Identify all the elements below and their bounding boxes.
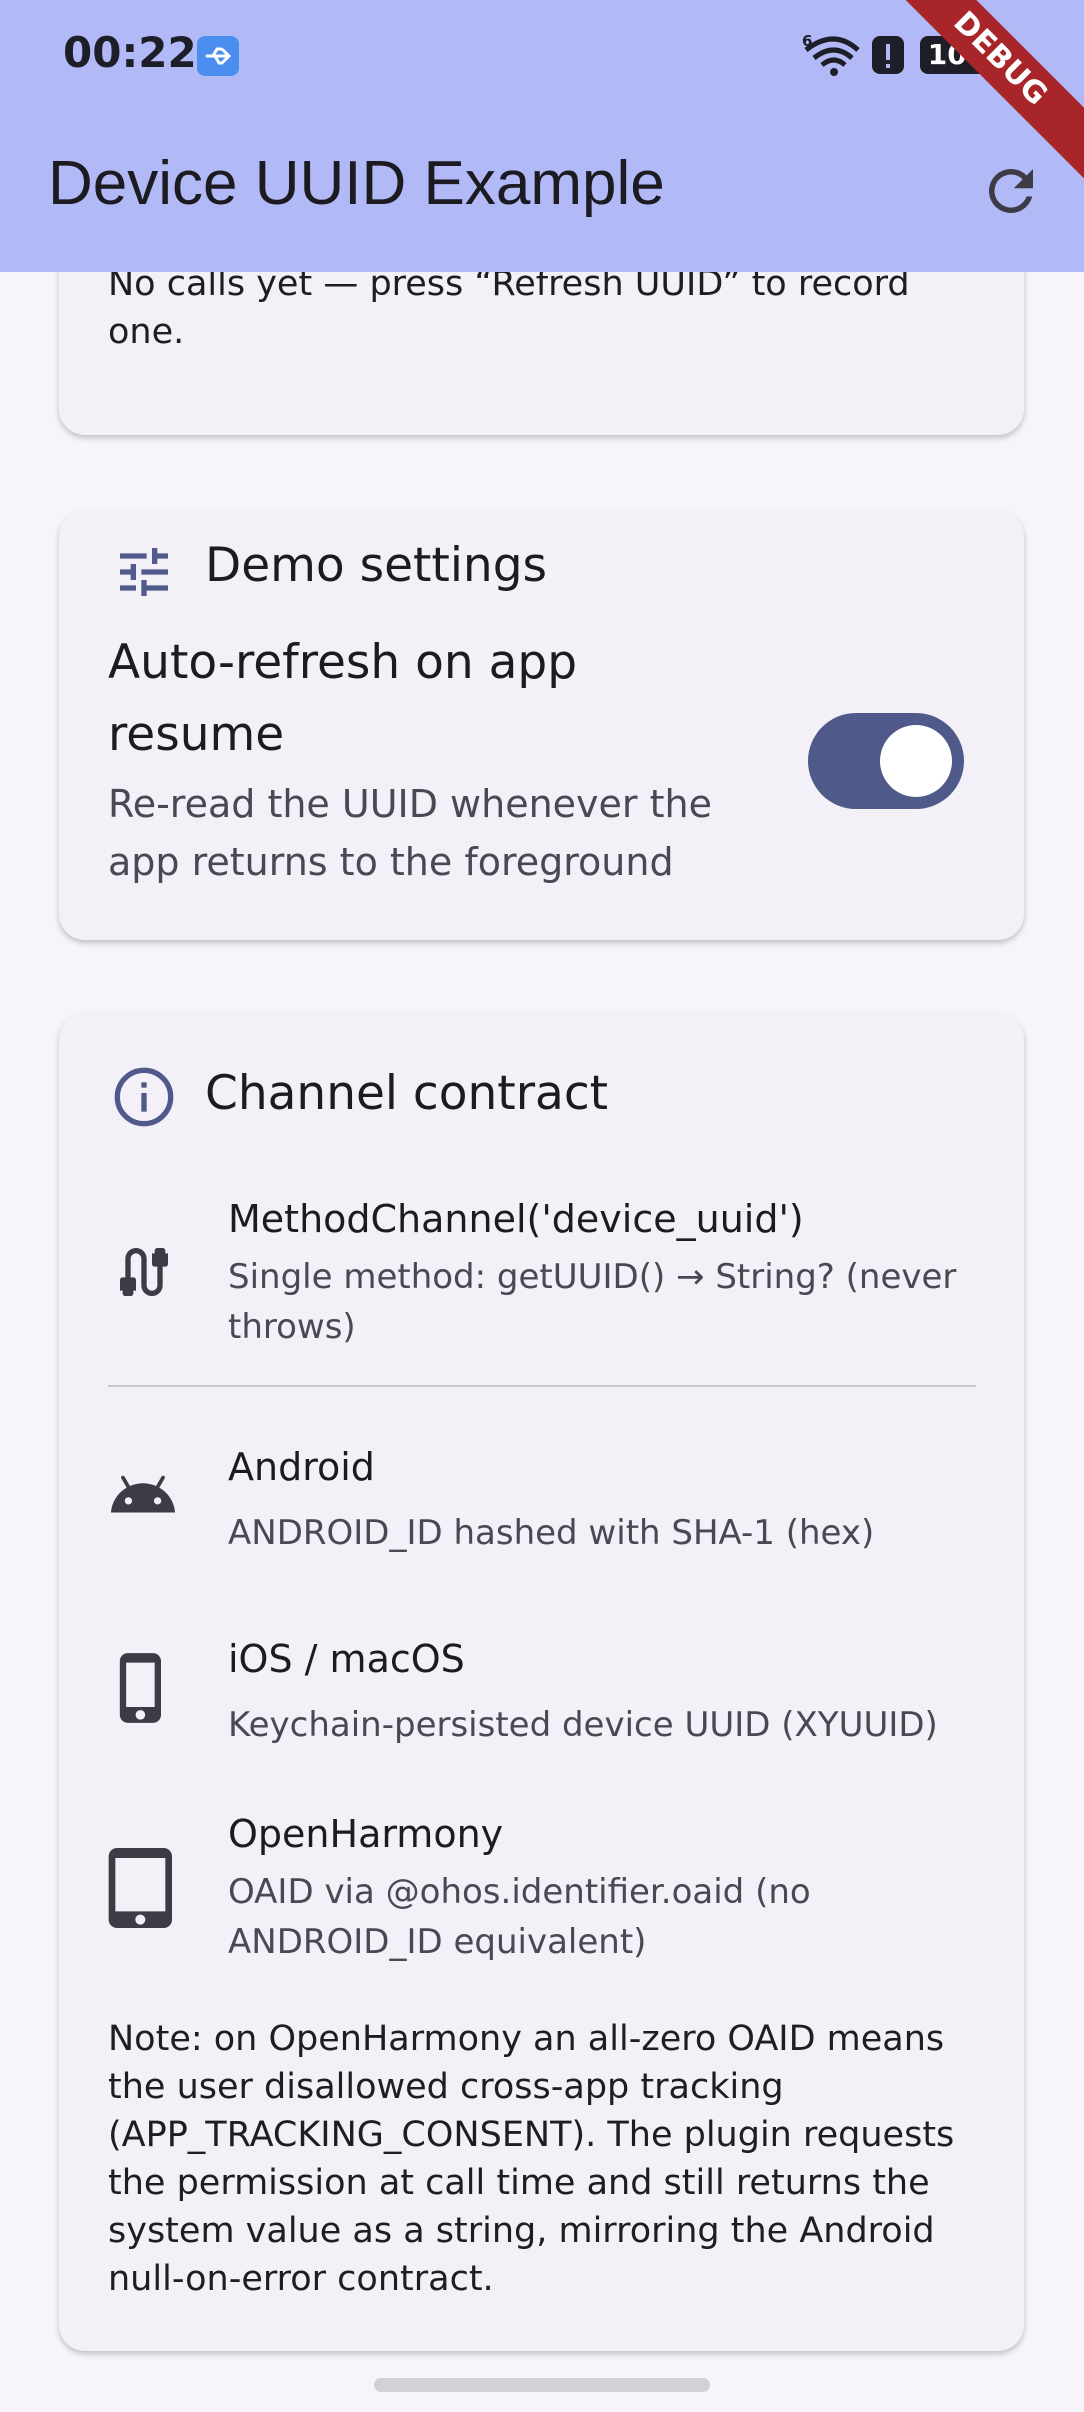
row-title-ios: iOS / macOS — [228, 1637, 465, 1681]
row-title-methodchannel: MethodChannel('device_uuid') — [228, 1197, 804, 1241]
tune-icon — [120, 548, 168, 596]
phone-icon — [119, 1653, 161, 1723]
toggle-knob — [880, 725, 952, 797]
refresh-icon — [988, 168, 1033, 213]
home-indicator[interactable] — [374, 2378, 710, 2392]
row-title-android: Android — [228, 1445, 375, 1489]
page-title: Device UUID Example — [48, 149, 665, 218]
history-empty-text: No calls yet — press “Refresh UUID” to r… — [108, 264, 910, 352]
row-title-openharmony: OpenHarmony — [228, 1812, 504, 1856]
auto-refresh-label: Auto-refresh on app resume — [108, 635, 578, 762]
alert-icon — [870, 34, 906, 80]
usb-icon — [197, 36, 239, 76]
contract-note: Note: on OpenHarmony an all-zero OAID me… — [108, 2019, 955, 2299]
refresh-button[interactable] — [978, 158, 1044, 224]
auto-refresh-toggle[interactable] — [808, 713, 964, 809]
tablet-icon — [108, 1848, 172, 1928]
wifi-6-icon: 6 — [800, 30, 860, 80]
row-subtitle-android: ANDROID_ID hashed with SHA-1 (hex) — [228, 1513, 875, 1553]
info-icon — [114, 1067, 174, 1127]
android-icon — [110, 1475, 176, 1513]
status-time: 00:22 — [63, 28, 197, 77]
cable-icon — [120, 1248, 168, 1296]
demo-settings-title: Demo settings — [205, 538, 548, 593]
row-subtitle-methodchannel: Single method: getUUID() → String? (neve… — [228, 1257, 957, 1347]
auto-refresh-description: Re-read the UUID whenever the app return… — [108, 782, 712, 884]
row-subtitle-openharmony: OAID via @ohos.identifier.oaid (no ANDRO… — [228, 1872, 811, 1962]
divider — [108, 1385, 976, 1387]
row-subtitle-ios: Keychain-persisted device UUID (XYUUID) — [228, 1705, 938, 1745]
channel-contract-title: Channel contract — [205, 1066, 609, 1121]
app-bar: 00:22 6 100 Device UUID Example — [0, 0, 1084, 272]
